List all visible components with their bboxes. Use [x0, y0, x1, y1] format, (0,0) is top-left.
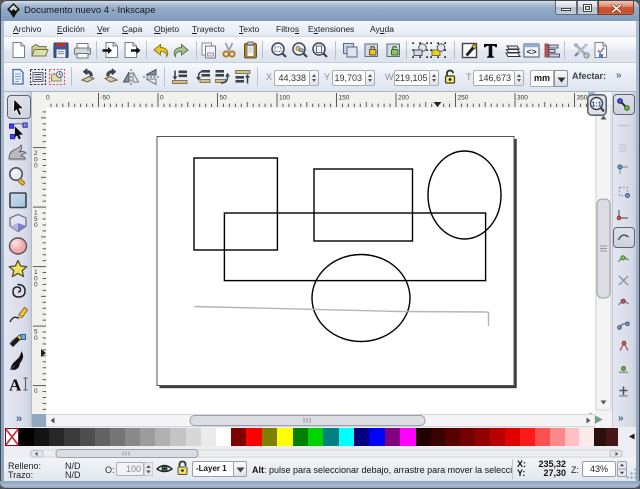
svg-text:0: 0 — [34, 335, 38, 342]
svg-text:50: 50 — [220, 95, 228, 102]
svg-text:0: 0 — [34, 163, 38, 170]
svg-text:A: A — [9, 376, 22, 395]
svg-text:150: 150 — [339, 95, 350, 102]
svg-text:100: 100 — [279, 95, 290, 102]
svg-text:0: 0 — [46, 95, 50, 102]
svg-text:0: 0 — [34, 282, 38, 289]
svg-text:200: 200 — [398, 95, 409, 102]
svg-text:<>: <> — [527, 48, 537, 58]
svg-text:0: 0 — [34, 222, 38, 229]
svg-text:300: 300 — [517, 95, 528, 102]
svg-text:0: 0 — [160, 95, 164, 102]
svg-text:1:1: 1:1 — [592, 102, 602, 109]
svg-text:0: 0 — [34, 388, 38, 395]
svg-text:250: 250 — [458, 95, 469, 102]
svg-text:-50: -50 — [101, 95, 111, 102]
